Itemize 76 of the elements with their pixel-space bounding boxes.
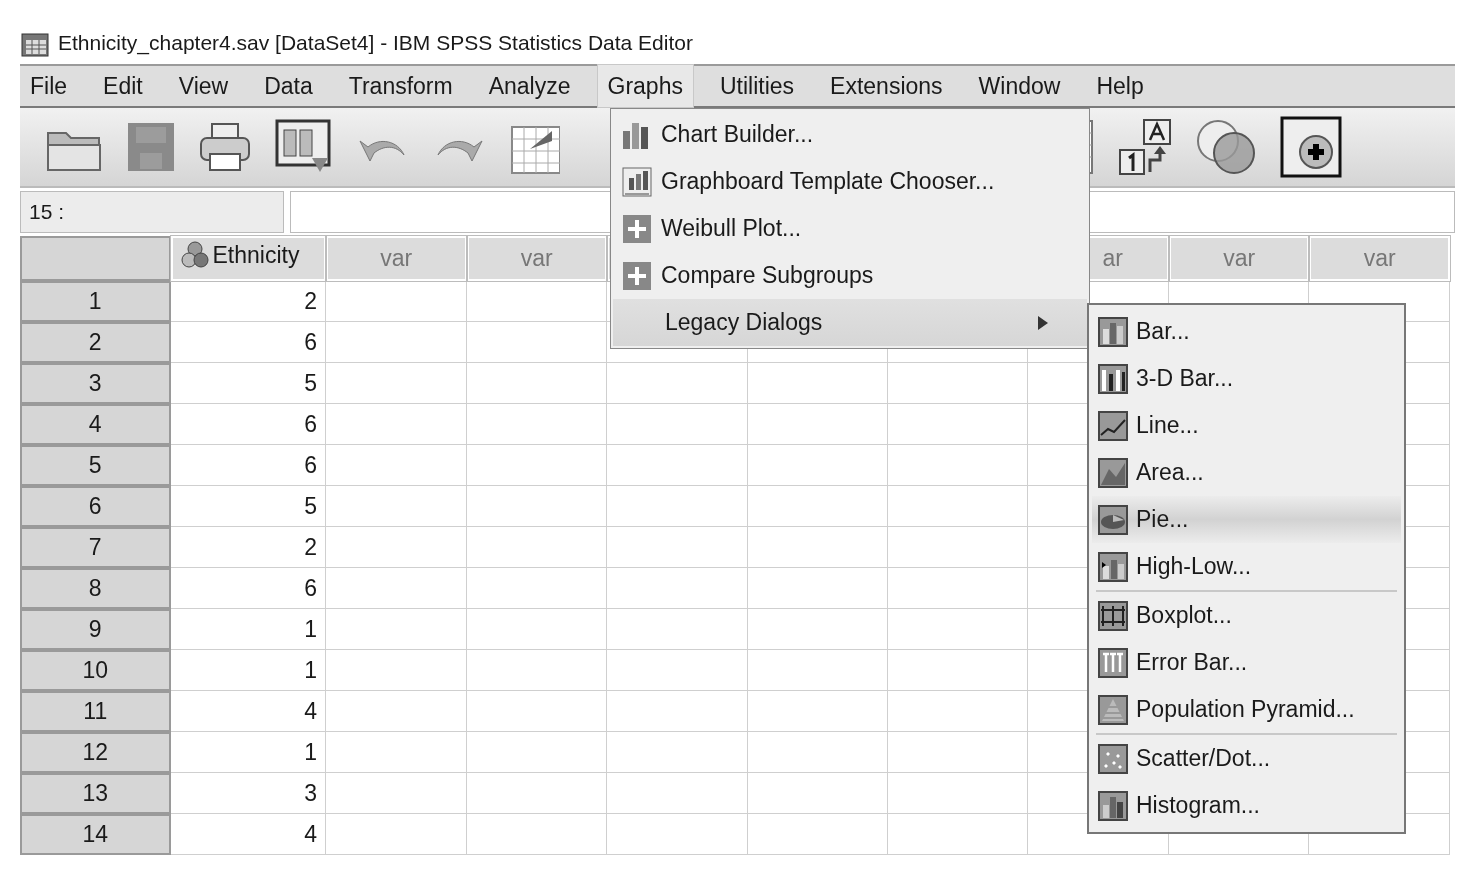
menu-item[interactable]: Bar...: [1092, 308, 1401, 355]
print-icon[interactable]: [198, 120, 252, 174]
menu-item[interactable]: Window: [968, 64, 1071, 108]
menu-item[interactable]: Graphboard Template Chooser...: [613, 158, 1087, 205]
row-number[interactable]: 7: [20, 526, 171, 568]
menu-item[interactable]: Error Bar...: [1092, 639, 1401, 686]
menu-item[interactable]: Line...: [1092, 402, 1401, 449]
table-cell[interactable]: 5: [170, 485, 327, 527]
menu-item[interactable]: Graphs: [596, 63, 694, 109]
boxplot-icon: [1098, 600, 1128, 631]
scatter-plot-icon: [1098, 743, 1128, 774]
table-cell[interactable]: 4: [170, 813, 327, 855]
row-number[interactable]: 9: [20, 608, 171, 650]
menu-item[interactable]: View: [168, 64, 239, 108]
table-cell[interactable]: 6: [170, 403, 327, 445]
table-cell[interactable]: 2: [170, 280, 327, 322]
menu-item[interactable]: Help: [1086, 64, 1154, 108]
bar-chart-icon: [1098, 551, 1128, 582]
menu-item[interactable]: Extensions: [820, 64, 953, 108]
table-cell[interactable]: 1: [170, 608, 327, 650]
menu-item[interactable]: Utilities: [709, 64, 805, 108]
add-button-icon[interactable]: [1280, 116, 1342, 178]
pyramid-icon: [1098, 694, 1128, 725]
row-number[interactable]: 1: [20, 280, 171, 322]
menu-item[interactable]: Boxplot...: [1092, 592, 1401, 639]
menu-item[interactable]: Transform: [338, 64, 463, 108]
row-number[interactable]: 5: [20, 444, 171, 486]
table-cell[interactable]: 1: [170, 731, 327, 773]
menu-item[interactable]: Area...: [1092, 449, 1401, 496]
row-number[interactable]: 6: [20, 485, 171, 527]
value-labels-icon[interactable]: [1116, 116, 1172, 178]
menu-item[interactable]: Analyze: [478, 64, 581, 108]
error-bar-icon: [1098, 647, 1128, 678]
menu-item[interactable]: Population Pyramid...: [1092, 686, 1401, 733]
menu-item[interactable]: Edit: [93, 64, 153, 108]
table-cell[interactable]: 4: [170, 690, 327, 732]
bar-chart-icon: [1098, 316, 1128, 347]
area-chart-icon: [1098, 457, 1128, 488]
row-number[interactable]: 11: [20, 690, 171, 732]
menu-item[interactable]: High-Low...: [1092, 543, 1401, 590]
menu-item[interactable]: Data: [254, 64, 323, 108]
menu-item[interactable]: Scatter/Dot...: [1092, 735, 1401, 782]
line-chart-icon: [1098, 410, 1128, 441]
menu-item[interactable]: Pie...: [1092, 496, 1401, 543]
menu-item[interactable]: File: [20, 64, 78, 108]
menu-item[interactable]: 3-D Bar...: [1092, 355, 1401, 402]
row-number[interactable]: 8: [20, 567, 171, 609]
table-cell[interactable]: 2: [170, 526, 327, 568]
plus-icon: [621, 212, 653, 245]
row-number[interactable]: 10: [20, 649, 171, 691]
table-cell[interactable]: 6: [170, 567, 327, 609]
row-number[interactable]: 12: [20, 731, 171, 773]
row-number[interactable]: 14: [20, 813, 171, 855]
nominal-icon: [180, 241, 209, 270]
bar-chart-icon: [1098, 363, 1128, 394]
chart-template-icon: [621, 165, 653, 198]
cell-reference: 15 :: [20, 191, 284, 233]
save-icon[interactable]: [126, 121, 176, 173]
menu-item[interactable]: Histogram...: [1092, 782, 1401, 829]
pie-chart-icon: [1098, 504, 1128, 535]
app-icon: [20, 30, 50, 58]
table-cell[interactable]: 6: [170, 321, 327, 363]
table-cell[interactable]: 5: [170, 362, 327, 404]
menu-item[interactable]: Legacy Dialogs: [613, 299, 1087, 346]
row-number[interactable]: 4: [20, 403, 171, 445]
window-title: Ethnicity_chapter4.sav [DataSet4] - IBM SPSS Statistics Data Editor: [58, 29, 693, 57]
row-number[interactable]: 3: [20, 362, 171, 404]
table-cell[interactable]: 1: [170, 649, 327, 691]
table-cell[interactable]: 6: [170, 444, 327, 486]
row-number[interactable]: 2: [20, 321, 171, 363]
plus-icon: [621, 259, 653, 292]
histogram-icon: [1098, 790, 1128, 821]
menu-item[interactable]: Chart Builder...: [613, 111, 1087, 158]
table-cell[interactable]: 3: [170, 772, 327, 814]
row-number[interactable]: 13: [20, 772, 171, 814]
overlapping-circles-icon[interactable]: [1194, 117, 1258, 177]
